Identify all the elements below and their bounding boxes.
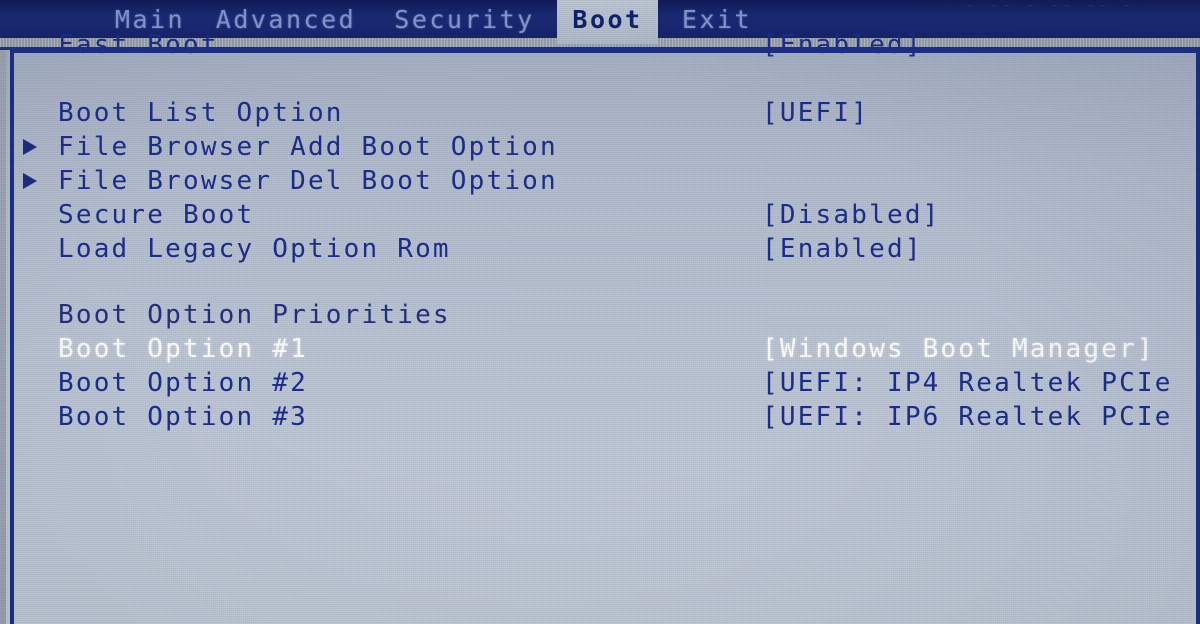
menu-item-value-secure-boot[interactable]: [Disabled] [762, 198, 941, 232]
menu-row-boot-option-2[interactable]: Boot Option #2 [UEFI: IP4 Realtek PCIe [0, 366, 1200, 400]
menu-item-value-boot-option-3[interactable]: [UEFI: IP6 Realtek PCIe [762, 400, 1173, 434]
menu-row-fast-boot[interactable]: Fast Boot [Enabled] [0, 28, 1200, 62]
menu-item-label-file-browser-del-boot-option: File Browser Del Boot Option [58, 166, 558, 196]
menu-item-label-boot-option-priorities: Boot Option Priorities [58, 300, 451, 330]
menu-row-boot-option-1[interactable]: Boot Option #1 [Windows Boot Manager] [0, 332, 1200, 366]
menu-item-label-secure-boot: Secure Boot [58, 200, 255, 230]
menu-item-label-boot-option-2: Boot Option #2 [58, 368, 308, 398]
submenu-arrow-icon [23, 173, 37, 189]
menu-row-load-legacy-option-rom[interactable]: Load Legacy Option Rom [Enabled] [0, 232, 1200, 266]
menu-row-boot-option-priorities[interactable]: Boot Option Priorities [0, 298, 1200, 332]
menu-row-boot-list-option[interactable]: Boot List Option [UEFI] [0, 96, 1200, 130]
menu-item-value-load-legacy-option-rom[interactable]: [Enabled] [762, 232, 923, 266]
menu-row-file-browser-add-boot-option[interactable]: File Browser Add Boot Option [0, 130, 1200, 164]
menu-item-value-boot-list-option[interactable]: [UEFI] [762, 96, 869, 130]
menu-row-secure-boot[interactable]: Secure Boot [Disabled] [0, 198, 1200, 232]
menu-item-value-boot-option-1[interactable]: [Windows Boot Manager] [762, 332, 1155, 366]
boot-menu-list: Fast Boot [Enabled] Boot List Option [UEFI]… [0, 0, 1200, 574]
menu-row-file-browser-del-boot-option[interactable]: File Browser Del Boot Option [0, 164, 1200, 198]
menu-item-label-boot-list-option: Boot List Option [58, 98, 344, 128]
menu-row-boot-option-3[interactable]: Boot Option #3 [UEFI: IP6 Realtek PCIe [0, 400, 1200, 434]
menu-item-label-load-legacy-option-rom: Load Legacy Option Rom [58, 234, 451, 264]
menu-item-value-fast-boot[interactable]: [Enabled] [762, 28, 923, 62]
menu-item-label-boot-option-1: Boot Option #1 [58, 334, 308, 364]
menu-item-value-boot-option-2[interactable]: [UEFI: IP4 Realtek PCIe [762, 366, 1173, 400]
menu-item-label-fast-boot: Fast Boot [58, 30, 219, 60]
menu-item-label-file-browser-add-boot-option: File Browser Add Boot Option [58, 132, 558, 162]
submenu-arrow-icon [23, 139, 37, 155]
menu-item-label-boot-option-3: Boot Option #3 [58, 402, 308, 432]
bios-setup-screen: Fast Boot [Enabled] Boot List Option [UEFI]… [0, 0, 1200, 624]
